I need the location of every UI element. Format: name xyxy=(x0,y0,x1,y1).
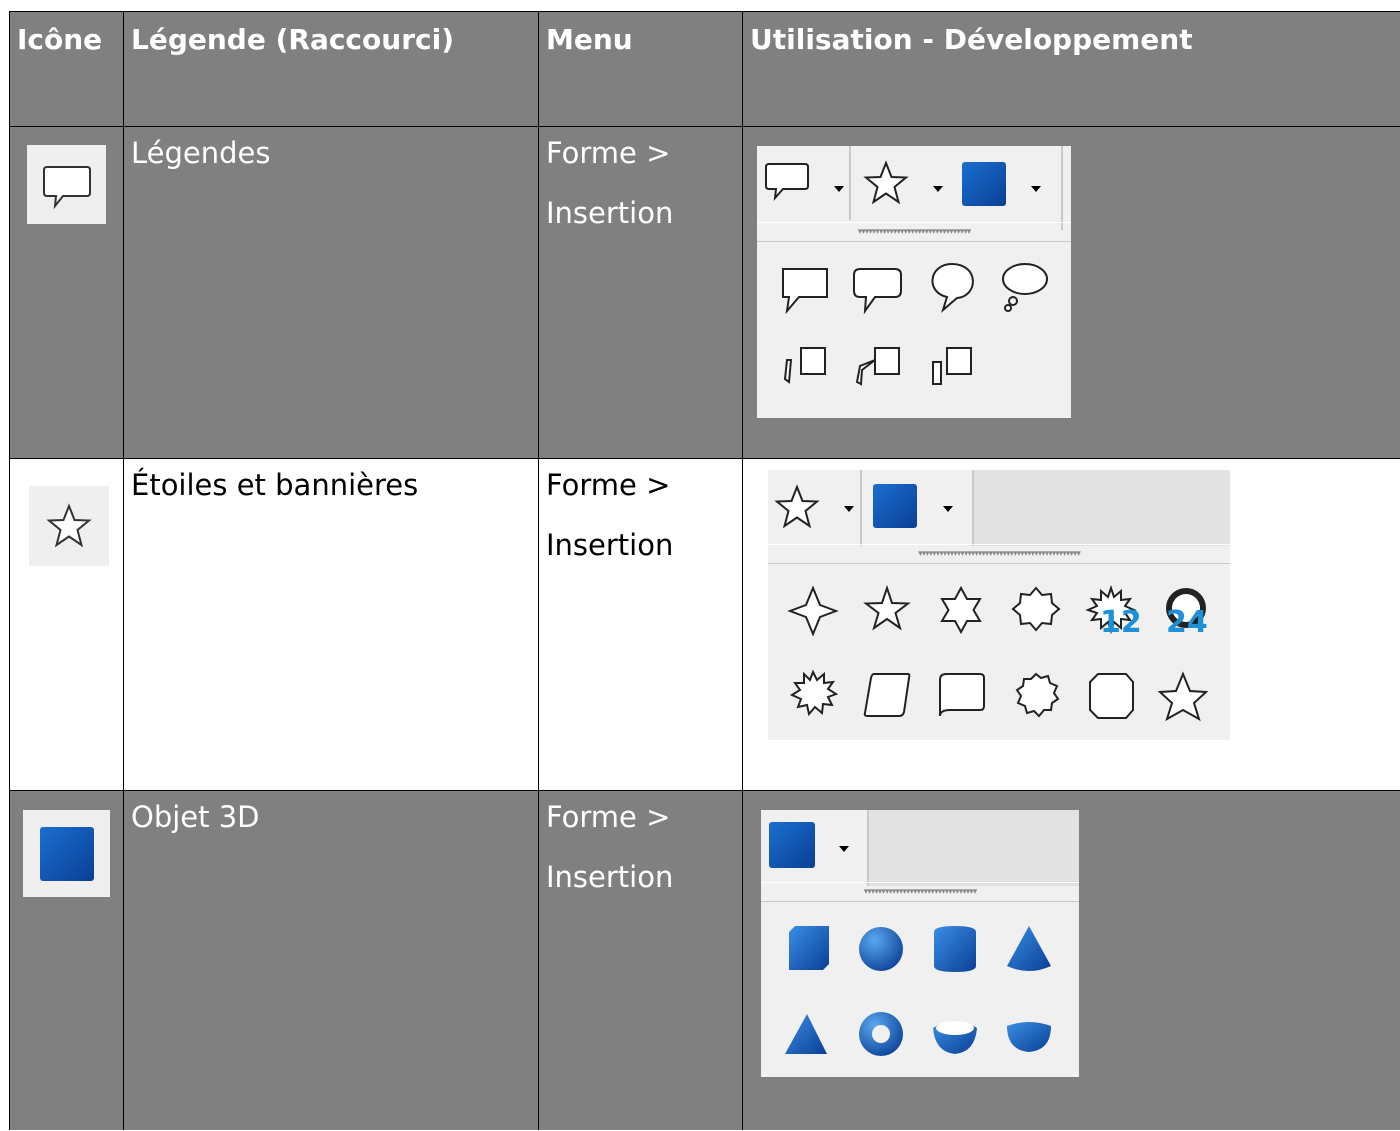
row-stars-menu-line1: Forme > xyxy=(546,468,671,502)
toolbar-reference-table: Icône Légende (Raccourci) Menu Utilisati… xyxy=(9,11,1400,1131)
cube-dropdown-caret[interactable] xyxy=(1031,186,1041,192)
torus-icon xyxy=(859,1012,903,1056)
row-3d-menu-line2: Insertion xyxy=(546,860,674,894)
signet-icon xyxy=(1015,672,1060,718)
header-icon: Icône xyxy=(9,11,124,127)
8-point-star-icon xyxy=(1011,586,1061,632)
toolbar-drag-handle[interactable]: ▾▾▾▾▾▾▾▾▾▾▾▾▾▾▾▾▾▾▾▾▾▾▾▾▾▾▾▾▾▾▾▾▾▾▾▾▾▾▾▾… xyxy=(768,544,1230,564)
row-3d-legend: Objet 3D xyxy=(131,800,260,834)
sphere-icon xyxy=(859,927,903,971)
3d-grid xyxy=(785,926,1051,1056)
row-stars-legend: Étoiles et bannières xyxy=(131,468,419,502)
header-usage: Utilisation - Développement xyxy=(742,11,1400,127)
cube-3d-icon[interactable] xyxy=(23,810,110,897)
row-3d-usage-cell: ▾▾▾▾▾▾▾▾▾▾▾▾▾▾▾▾▾▾▾▾▾▾▾▾▾▾▾▾▾▾▾▾ xyxy=(742,790,1400,1130)
toolbar-separator xyxy=(867,810,869,886)
cube-dropdown-caret[interactable] xyxy=(943,506,953,512)
header-menu: Menu xyxy=(538,11,743,127)
header-menu-label: Menu xyxy=(546,23,633,56)
svg-text:12: 12 xyxy=(1100,605,1142,640)
cylinder-icon xyxy=(934,926,976,972)
toolbar-separator xyxy=(849,146,851,220)
header-legend: Légende (Raccourci) xyxy=(123,11,539,127)
row-stars-usage-cell: ▾▾▾▾▾▾▾▾▾▾▾▾▾▾▾▾▾▾▾▾▾▾▾▾▾▾▾▾▾▾▾▾▾▾▾▾▾▾▾▾… xyxy=(742,458,1400,791)
callouts-toolbar-panel: ▾▾▾▾▾▾▾▾▾▾▾▾▾▾▾▾▾▾▾▾▾▾▾▾▾▾▾▾▾▾▾▾ xyxy=(757,146,1071,418)
toolbar-separator xyxy=(1061,146,1063,230)
cube-dropdown-icon[interactable] xyxy=(769,822,815,868)
6-point-star-icon xyxy=(940,585,982,635)
rectangular-callout-icon xyxy=(782,268,828,315)
explosion-icon xyxy=(789,669,839,717)
round-callout-icon xyxy=(931,262,974,314)
cube-dropdown-caret[interactable] xyxy=(839,846,849,852)
24-point-star-icon: 24 xyxy=(1166,588,1208,640)
star-dropdown-caret[interactable] xyxy=(844,506,854,512)
12-point-star-icon: 12 xyxy=(1085,584,1142,640)
row-3d-menu-cell: Forme > Insertion xyxy=(538,790,743,1130)
cone-icon xyxy=(1007,926,1051,971)
pyramid-icon xyxy=(785,1014,827,1054)
speech-bubble-icon[interactable] xyxy=(27,145,106,224)
stars-toolbar-top xyxy=(768,470,1230,546)
header-usage-label: Utilisation - Développement xyxy=(750,23,1193,56)
star-icon[interactable] xyxy=(29,486,109,566)
toolbar-drag-handle[interactable]: ▾▾▾▾▾▾▾▾▾▾▾▾▾▾▾▾▾▾▾▾▾▾▾▾▾▾▾▾▾▾▾▾ xyxy=(761,882,1079,902)
toolbar-drag-handle[interactable]: ▾▾▾▾▾▾▾▾▾▾▾▾▾▾▾▾▾▾▾▾▾▾▾▾▾▾▾▾▾▾▾▾ xyxy=(757,222,1071,242)
svg-text:24: 24 xyxy=(1166,605,1208,640)
doorplate-icon xyxy=(1089,673,1134,719)
star-dropdown-icon[interactable] xyxy=(774,484,820,530)
callout-dropdown-icon[interactable] xyxy=(765,160,811,204)
row-callouts-icon-cell xyxy=(9,126,124,459)
stars-toolbar-panel: ▾▾▾▾▾▾▾▾▾▾▾▾▾▾▾▾▾▾▾▾▾▾▾▾▾▾▾▾▾▾▾▾▾▾▾▾▾▾▾▾… xyxy=(768,470,1230,740)
toolbar-separator xyxy=(860,470,862,546)
5-point-star-icon xyxy=(863,584,911,631)
row-callouts-legend-cell: Légendes xyxy=(123,126,539,459)
4-point-star-icon xyxy=(787,585,839,637)
row-callouts-usage-cell: ▾▾▾▾▾▾▾▾▾▾▾▾▾▾▾▾▾▾▾▾▾▾▾▾▾▾▾▾▾▾▾▾ xyxy=(742,126,1400,459)
row-3d-icon-cell xyxy=(9,790,124,1130)
row-stars-menu-line2: Insertion xyxy=(546,528,674,562)
toolbar-separator xyxy=(972,470,974,546)
row-3d-menu-line1: Forme > xyxy=(546,800,671,834)
header-icon-label: Icône xyxy=(17,23,103,56)
callouts-grid xyxy=(782,262,1048,386)
horizontal-scroll-icon xyxy=(939,673,985,717)
row-stars-legend-cell: Étoiles et bannières xyxy=(123,458,539,791)
vertical-scroll-icon xyxy=(863,673,911,717)
3d-toolbar-panel: ▾▾▾▾▾▾▾▾▾▾▾▾▾▾▾▾▾▾▾▾▾▾▾▾▾▾▾▾▾▾▾▾ xyxy=(761,810,1079,1077)
star-dropdown-caret[interactable] xyxy=(933,186,943,192)
line-callout-1-icon xyxy=(783,347,826,384)
row-callouts-menu-line2: Insertion xyxy=(546,196,674,230)
header-legend-label: Légende (Raccourci) xyxy=(131,23,454,56)
row-callouts-legend: Légendes xyxy=(131,136,271,170)
callout-dropdown-caret[interactable] xyxy=(834,186,844,192)
callouts-toolbar-top xyxy=(757,146,1071,230)
cube-icon xyxy=(789,926,829,970)
star-dropdown-icon[interactable] xyxy=(863,160,909,206)
line-callout-2-icon xyxy=(855,347,900,386)
row-stars-menu-cell: Forme > Insertion xyxy=(538,458,743,791)
cube-dropdown-icon[interactable] xyxy=(962,162,1006,206)
half-sphere-icon xyxy=(1007,1022,1051,1052)
rounded-rectangular-callout-icon xyxy=(853,268,902,315)
row-callouts-menu-line1: Forme > xyxy=(546,136,671,170)
line-callout-3-icon xyxy=(932,347,972,385)
cube-dropdown-icon[interactable] xyxy=(873,484,917,528)
stars-grid: 12 24 xyxy=(787,584,1209,722)
row-3d-legend-cell: Objet 3D xyxy=(123,790,539,1130)
concave-star-icon xyxy=(1157,671,1209,722)
shell-icon xyxy=(933,1021,977,1054)
row-callouts-menu-cell: Forme > Insertion xyxy=(538,126,743,459)
cloud-callout-icon xyxy=(1002,263,1048,312)
row-stars-icon-cell xyxy=(9,458,124,791)
3d-toolbar-top xyxy=(761,810,1079,886)
